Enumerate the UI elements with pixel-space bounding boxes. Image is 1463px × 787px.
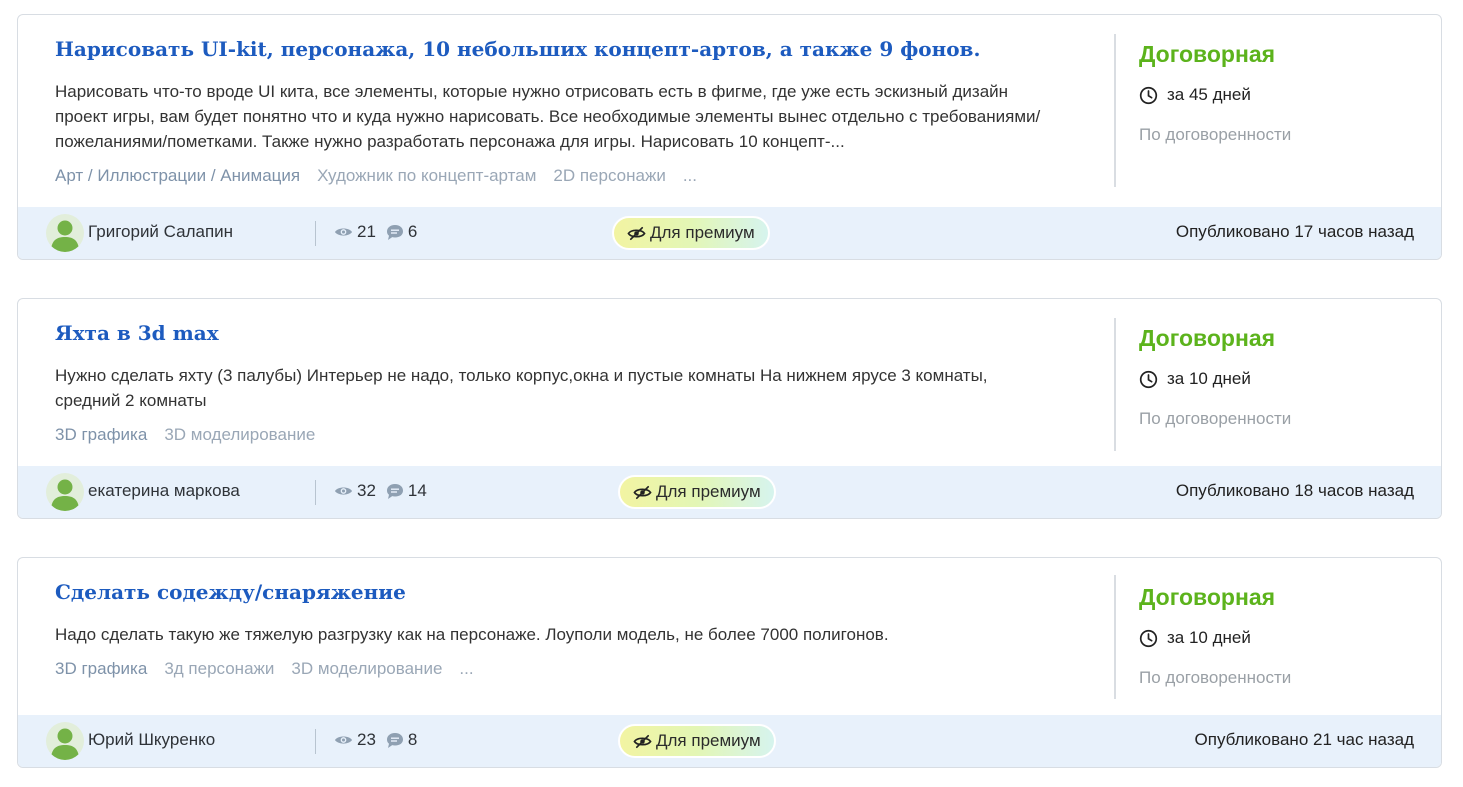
- author-name[interactable]: Григорий Салапин: [88, 222, 233, 242]
- project-title-link[interactable]: Нарисовать UI-kit, персонажа, 10 небольш…: [55, 37, 980, 61]
- premium-label: Для премиум: [656, 731, 761, 750]
- project-price: Договорная: [1139, 325, 1276, 351]
- eye-icon: [334, 228, 353, 236]
- project-price: Договорная: [1139, 584, 1276, 610]
- comments-count: 8: [407, 730, 418, 749]
- tag-category[interactable]: 3D графика: [55, 424, 147, 446]
- user-silhouette-icon: [51, 728, 79, 760]
- deadline-text: за 45 дней: [1167, 85, 1251, 104]
- project-stats: 23 8: [334, 730, 417, 750]
- published-time: Опубликовано 21 час назад: [1194, 730, 1414, 749]
- user-silhouette-icon: [51, 479, 79, 511]
- project-deadline: за 10 дней: [1139, 369, 1251, 389]
- clock-icon: [1139, 86, 1158, 104]
- views-count: 32: [357, 481, 376, 500]
- vertical-divider: [1114, 318, 1116, 451]
- project-card: Яхта в 3d max Нужно сделать яхту (3 палу…: [17, 298, 1442, 519]
- card-body: Сделать содежду/снаряжение Надо сделать …: [18, 558, 1441, 715]
- comments-count: 6: [407, 222, 418, 241]
- views-count: 23: [357, 730, 376, 749]
- project-title-link[interactable]: Яхта в 3d max: [55, 321, 219, 345]
- chat-bubble-icon: [386, 483, 403, 499]
- avatar[interactable]: [46, 722, 84, 760]
- deadline-text: за 10 дней: [1167, 628, 1251, 647]
- tag-subcategory[interactable]: 3D моделирование: [291, 658, 442, 680]
- footer-divider: [315, 480, 316, 505]
- project-deadline: за 45 дней: [1139, 85, 1251, 105]
- vertical-divider: [1114, 34, 1116, 187]
- project-deadline: за 10 дней: [1139, 628, 1251, 648]
- tag-subcategory[interactable]: 2D персонажи: [553, 165, 665, 187]
- project-card: Сделать содежду/снаряжение Надо сделать …: [17, 557, 1442, 768]
- project-stats: 32 14: [334, 481, 427, 501]
- project-stats: 21 6: [334, 222, 417, 242]
- project-description: Нужно сделать яхту (3 палубы) Интерьер н…: [55, 366, 988, 410]
- premium-badge[interactable]: Для премиум: [618, 724, 776, 758]
- project-card: Нарисовать UI-kit, персонажа, 10 небольш…: [17, 14, 1442, 260]
- premium-badge[interactable]: Для премиум: [612, 216, 770, 250]
- eye-icon: [334, 736, 353, 744]
- avatar[interactable]: [46, 473, 84, 511]
- premium-label: Для премиум: [650, 223, 755, 242]
- tags-more[interactable]: ...: [459, 658, 473, 680]
- chat-bubble-icon: [386, 224, 403, 240]
- project-price: Договорная: [1139, 41, 1276, 67]
- published-time: Опубликовано 17 часов назад: [1175, 222, 1414, 241]
- payment-terms: По договоренности: [1139, 125, 1292, 144]
- card-body: Яхта в 3d max Нужно сделать яхту (3 палу…: [18, 299, 1441, 466]
- premium-badge[interactable]: Для премиум: [618, 475, 776, 509]
- premium-label: Для премиум: [656, 482, 761, 501]
- deadline-text: за 10 дней: [1167, 369, 1251, 388]
- eye-icon: [334, 487, 353, 495]
- eye-crossed-icon: [627, 226, 646, 240]
- tag-subcategory[interactable]: 3D моделирование: [164, 424, 315, 446]
- clock-icon: [1139, 629, 1158, 647]
- tag-subcategory[interactable]: 3д персонажи: [164, 658, 274, 680]
- card-footer: екатерина маркова 32 14 Для премиум Опуб…: [18, 466, 1441, 518]
- tag-category[interactable]: Арт / Иллюстрации / Анимация: [55, 165, 300, 187]
- eye-crossed-icon: [633, 734, 652, 748]
- card-footer: Юрий Шкуренко 23 8 Для премиум Опубликов…: [18, 715, 1441, 767]
- eye-crossed-icon: [633, 485, 652, 499]
- footer-divider: [315, 221, 316, 246]
- author-name[interactable]: Юрий Шкуренко: [88, 730, 215, 750]
- published-time: Опубликовано 18 часов назад: [1175, 481, 1414, 500]
- chat-bubble-icon: [386, 732, 403, 748]
- project-title-link[interactable]: Сделать содежду/снаряжение: [55, 580, 406, 604]
- payment-terms: По договоренности: [1139, 668, 1292, 687]
- comments-count: 14: [407, 481, 427, 500]
- tag-subcategory[interactable]: Художник по концепт-артам: [317, 165, 536, 187]
- card-footer: Григорий Салапин 21 6 Для премиум Опубли…: [18, 207, 1441, 259]
- tags-more[interactable]: ...: [683, 165, 697, 187]
- tag-list: 3D графика 3D моделирование: [55, 424, 332, 446]
- card-body: Нарисовать UI-kit, персонажа, 10 небольш…: [18, 15, 1441, 207]
- tag-list: 3D графика 3д персонажи 3D моделирование…: [55, 658, 474, 680]
- vertical-divider: [1114, 575, 1116, 699]
- author-name[interactable]: екатерина маркова: [88, 481, 240, 501]
- views-count: 21: [357, 222, 376, 241]
- clock-icon: [1139, 370, 1158, 388]
- project-description: Нарисовать что-то вроде UI кита, все эле…: [55, 82, 1041, 151]
- user-silhouette-icon: [51, 220, 79, 252]
- footer-divider: [315, 729, 316, 754]
- payment-terms: По договоренности: [1139, 409, 1292, 428]
- project-description: Надо сделать такую же тяжелую разгрузку …: [55, 625, 889, 644]
- tag-category[interactable]: 3D графика: [55, 658, 147, 680]
- tag-list: Арт / Иллюстрации / Анимация Художник по…: [55, 165, 697, 187]
- avatar[interactable]: [46, 214, 84, 252]
